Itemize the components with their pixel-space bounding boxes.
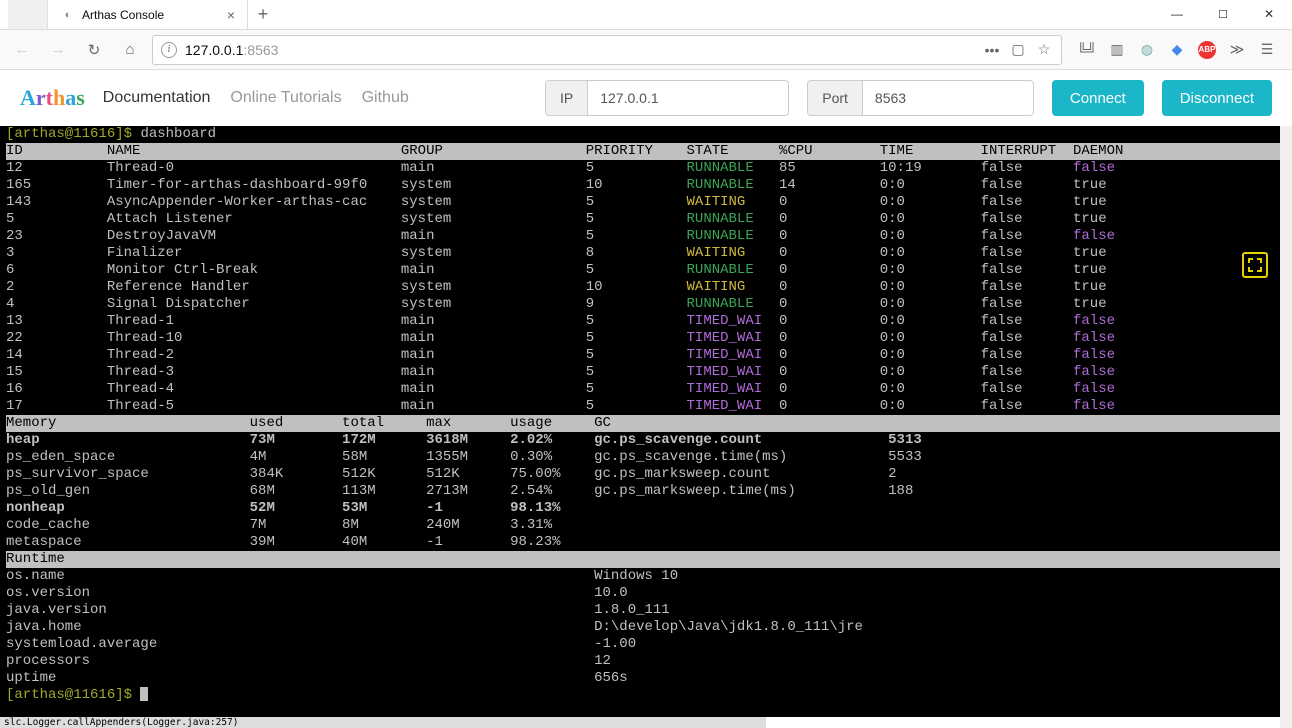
window-controls: — ☐ ✕: [1154, 0, 1292, 29]
reader-icon[interactable]: ▢: [1009, 41, 1027, 58]
url-bar[interactable]: i 127.0.0.1:8563 ••• ▢ ☆: [152, 35, 1062, 65]
fullscreen-button[interactable]: [1242, 252, 1268, 278]
ip-input-group: IP 127.0.0.1: [545, 80, 789, 116]
extensions: ╚╝ ▥ ◍ ◆ ABP ≫ ☰: [1070, 41, 1284, 59]
more-icon[interactable]: •••: [983, 42, 1001, 58]
back-button[interactable]: ←: [8, 36, 36, 64]
browser-tab[interactable]: ◐ Arthas Console ×: [48, 0, 248, 29]
ext2-icon[interactable]: ◆: [1168, 41, 1186, 59]
home-button[interactable]: ⌂: [116, 36, 144, 64]
browser-titlebar: ◐ Arthas Console × + — ☐ ✕: [0, 0, 1292, 30]
connect-button[interactable]: Connect: [1052, 80, 1144, 116]
overflow-icon[interactable]: ≫: [1228, 41, 1246, 59]
port-input[interactable]: 8563: [863, 81, 1033, 115]
minimize-button[interactable]: —: [1154, 0, 1200, 29]
tab-title: Arthas Console: [82, 8, 164, 22]
ext1-icon[interactable]: ◍: [1138, 41, 1156, 59]
reload-button[interactable]: ↻: [80, 36, 108, 64]
nav-links: Documentation Online Tutorials Github: [103, 89, 409, 107]
tab-close-icon[interactable]: ×: [227, 7, 235, 23]
disconnect-button[interactable]: Disconnect: [1162, 80, 1272, 116]
arthas-logo: Arthas: [20, 85, 85, 111]
statusbar: slc.Logger.callAppenders(Logger.java:257…: [0, 717, 766, 728]
nav-github[interactable]: Github: [362, 89, 409, 107]
bookmark-icon[interactable]: ☆: [1035, 41, 1053, 58]
page-header: Arthas Documentation Online Tutorials Gi…: [0, 70, 1292, 126]
favicon-icon: ◐: [60, 7, 76, 23]
url-host: 127.0.0.1: [185, 42, 243, 58]
menu-icon[interactable]: ☰: [1258, 41, 1276, 59]
maximize-button[interactable]: ☐: [1200, 0, 1246, 29]
url-port: :8563: [243, 42, 278, 58]
port-input-group: Port 8563: [807, 80, 1034, 116]
abp-icon[interactable]: ABP: [1198, 41, 1216, 59]
forward-button[interactable]: →: [44, 36, 72, 64]
scrollbar[interactable]: [1280, 126, 1292, 728]
terminal[interactable]: [arthas@11616]$ dashboardID NAME GROUP P…: [0, 126, 1280, 717]
library-icon[interactable]: ╚╝: [1078, 41, 1096, 59]
ip-label: IP: [546, 81, 588, 115]
nav-tutorials[interactable]: Online Tutorials: [230, 89, 341, 107]
browser-navbar: ← → ↻ ⌂ i 127.0.0.1:8563 ••• ▢ ☆ ╚╝ ▥ ◍ …: [0, 30, 1292, 70]
pre-tab-spacer: [8, 0, 48, 29]
ip-input[interactable]: 127.0.0.1: [588, 81, 788, 115]
port-label: Port: [808, 81, 863, 115]
close-button[interactable]: ✕: [1246, 0, 1292, 29]
new-tab-button[interactable]: +: [248, 0, 278, 29]
nav-documentation[interactable]: Documentation: [103, 89, 211, 107]
site-info-icon[interactable]: i: [161, 42, 177, 58]
sidebar-icon[interactable]: ▥: [1108, 41, 1126, 59]
